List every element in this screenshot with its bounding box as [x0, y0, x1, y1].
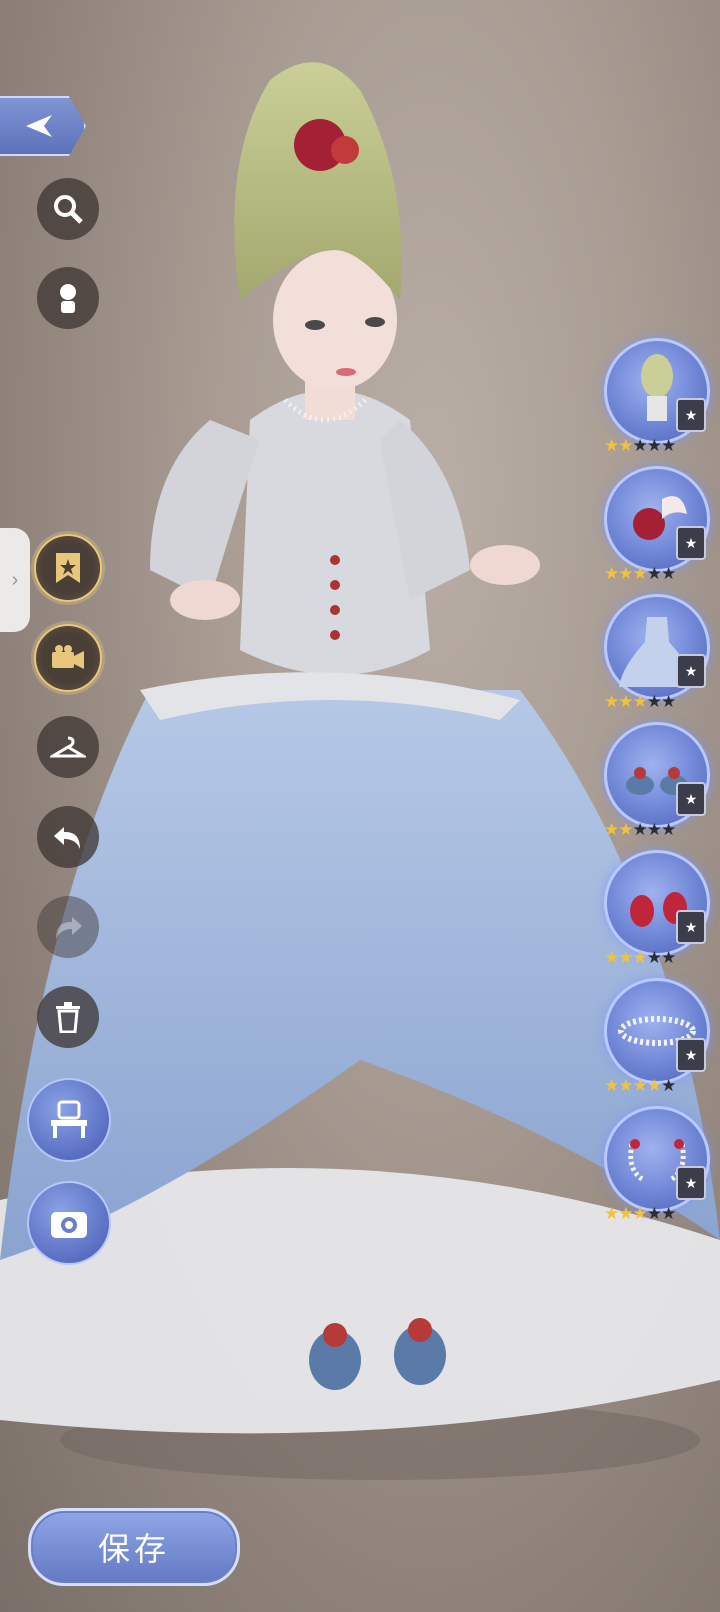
undo-button[interactable]	[37, 806, 99, 868]
favorite-button[interactable]	[34, 534, 102, 602]
back-button[interactable]	[0, 96, 86, 156]
slot-hair-accessory[interactable]: ★ ★★★★★	[600, 466, 710, 584]
star-rating: ★★★★★	[604, 948, 676, 967]
slot-dress[interactable]: ★ ★★★★★	[600, 594, 710, 712]
video-camera-icon	[52, 645, 84, 669]
back-arrow-icon	[26, 115, 52, 137]
lock-star-badge: ★	[676, 526, 706, 560]
lock-star-badge: ★	[676, 1038, 706, 1072]
star-rating: ★★★★★	[604, 1204, 676, 1223]
vanity-button[interactable]	[27, 1078, 111, 1162]
slot-earrings[interactable]: ★ ★★★★★	[600, 850, 710, 968]
chevron-right-icon: ›	[11, 568, 19, 591]
save-button[interactable]: 保存	[28, 1508, 240, 1586]
trash-icon	[56, 1002, 80, 1033]
redo-icon	[56, 917, 82, 939]
delete-button[interactable]	[37, 986, 99, 1048]
camera-icon	[51, 1212, 87, 1238]
lock-star-badge: ★	[676, 398, 706, 432]
lock-star-badge: ★	[676, 782, 706, 816]
mannequin-button[interactable]	[37, 267, 99, 329]
star-rating: ★★★★★	[604, 692, 676, 711]
slot-hairstyle[interactable]: ★ ★★★★★	[600, 338, 710, 456]
lock-star-badge: ★	[676, 1166, 706, 1200]
save-button-label: 保存	[97, 1531, 170, 1567]
slot-bracelet[interactable]: ★ ★★★★★	[600, 1106, 710, 1224]
video-record-button[interactable]	[34, 624, 102, 692]
mannequin-icon	[60, 284, 76, 313]
star-rating: ★★★★★	[604, 820, 676, 839]
star-bookmark-icon	[56, 553, 80, 583]
hanger-icon	[50, 736, 86, 758]
lock-star-badge: ★	[676, 654, 706, 688]
search-button[interactable]	[37, 178, 99, 240]
side-panel-toggle[interactable]: ›	[0, 528, 30, 632]
vanity-table-icon	[51, 1100, 87, 1138]
slot-shoes[interactable]: ★ ★★★★★	[600, 722, 710, 840]
star-rating: ★★★★★	[604, 564, 676, 583]
redo-button[interactable]	[37, 896, 99, 958]
star-rating: ★★★★★	[604, 1076, 676, 1095]
star-rating: ★★★★★	[604, 436, 676, 455]
screenshot-button[interactable]	[27, 1181, 111, 1265]
magnifier-icon	[54, 195, 83, 224]
lock-star-badge: ★	[676, 910, 706, 944]
undo-icon	[54, 827, 80, 849]
slot-necklace[interactable]: ★ ★★★★★	[600, 978, 710, 1096]
hanger-button[interactable]	[37, 716, 99, 778]
